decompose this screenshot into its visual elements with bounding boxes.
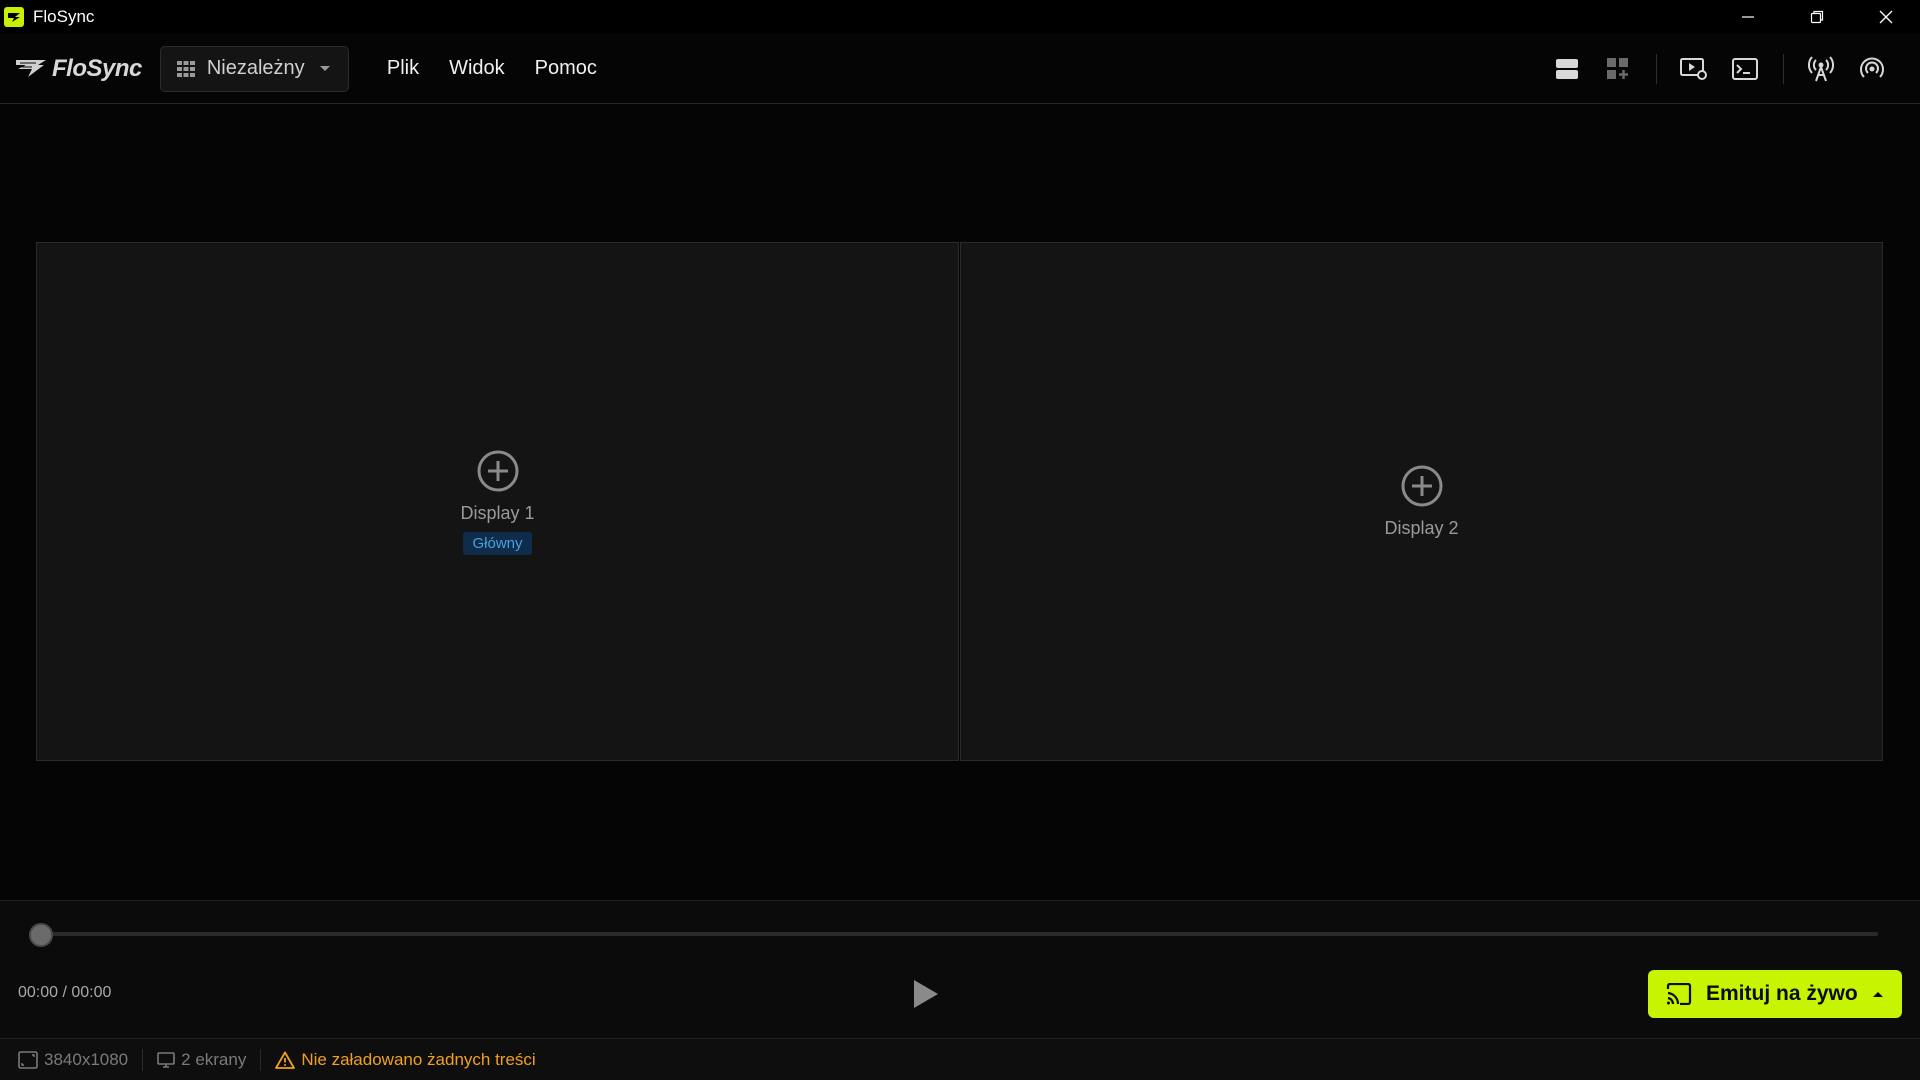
window-controls [1713,0,1920,34]
timeline-thumb[interactable] [29,923,53,947]
cast-icon [1666,983,1692,1005]
playback-bar: 00:00 / 00:00 Emituj na żywo [0,900,1920,1038]
close-icon [1879,10,1892,24]
go-live-label: Emituj na żywo [1706,982,1858,1005]
terminal-button[interactable] [1725,49,1765,89]
warning-icon [275,1051,296,1069]
minimize-button[interactable] [1713,0,1782,34]
mode-label: Niezależny [206,57,305,79]
toolbar [1536,34,1920,104]
restore-icon [1810,10,1823,24]
timeline-track[interactable] [34,932,1878,936]
logo-icon [16,59,46,77]
status-separator [260,1048,262,1071]
resolution-text: 3840x1080 [44,1049,129,1069]
minimize-icon [1741,16,1754,18]
display-1-slot[interactable]: Display 1 Główny [36,242,959,761]
status-separator [142,1048,144,1071]
screens-status: 2 ekrany [157,1050,246,1070]
title-bar: FloSync [0,0,1920,34]
chevron-down-icon [319,65,330,71]
app-icon [4,7,24,27]
menu-widok[interactable]: Widok [449,57,505,80]
broadcast-button[interactable] [1801,49,1841,89]
warning-text: Nie załadowano żadnych treści [301,1049,536,1069]
resolution-status: 3840x1080 [18,1050,128,1070]
menu-bar: FloSync Niezależny Plik Widok Pomoc [0,34,1920,104]
display-2-slot[interactable]: Display 2 [960,242,1883,761]
layout-rows-icon [1556,59,1578,79]
go-live-button[interactable]: Emituj na żywo [1648,970,1902,1018]
toolbar-separator [1656,54,1657,84]
screens-text: 2 ekrany [181,1049,247,1069]
monitor-icon [157,1051,175,1068]
grid-icon [176,60,195,77]
play-icon[interactable] [911,977,941,1011]
add-layout-button[interactable] [1598,49,1638,89]
warning-status: Nie załadowano żadnych treści [275,1049,536,1070]
broadcast-tower-icon [1808,56,1834,82]
mode-dropdown[interactable]: Niezależny [159,45,349,92]
window-title: FloSync [33,7,95,26]
time-readout: 00:00 / 00:00 [18,984,112,1001]
signal-icon [1860,57,1884,78]
add-content-icon[interactable] [1400,464,1444,508]
display-name: Display 1 [460,502,535,523]
logo-text: FloSync [52,54,142,82]
chevron-up-icon[interactable] [1872,990,1884,998]
toolbar-separator [1783,54,1784,84]
app-logo: FloSync [14,55,142,83]
restore-button[interactable] [1782,0,1851,34]
display-canvas: Display 1 Główny Display 2 [0,105,1920,900]
status-bar: 3840x1080 2 ekrany Nie załadowano żadnyc… [0,1038,1920,1080]
screen-settings-button[interactable] [1674,49,1714,89]
display-name: Display 2 [1384,518,1459,538]
signal-button[interactable] [1852,49,1892,89]
resolution-icon [18,1050,38,1069]
add-content-icon[interactable] [476,449,520,493]
close-button[interactable] [1851,0,1920,34]
menu-pomoc[interactable]: Pomoc [535,57,597,80]
primary-badge: Główny [463,531,532,555]
menu-plik[interactable]: Plik [387,57,419,80]
layout-rows-button[interactable] [1547,49,1587,89]
screen-settings-icon [1680,58,1707,80]
terminal-icon [1732,58,1758,80]
add-layout-icon [1607,58,1628,79]
